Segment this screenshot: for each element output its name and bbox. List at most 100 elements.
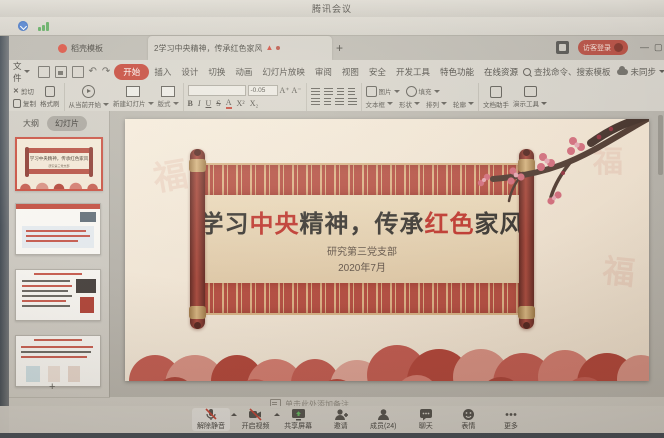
window-badge-icon[interactable] — [556, 41, 569, 54]
doc-assistant-button[interactable]: 文档助手 — [483, 86, 509, 109]
indent-decrease-icon[interactable] — [337, 88, 344, 96]
tab-home[interactable]: 开始 — [114, 64, 149, 80]
new-tab-button[interactable]: + — [336, 36, 343, 60]
font-size-input[interactable]: -0.05 — [248, 85, 278, 96]
new-slide-button[interactable]: 新建幻灯片 — [113, 86, 154, 108]
indent-increase-icon[interactable] — [348, 88, 355, 96]
bullet-list-icon[interactable] — [311, 88, 320, 96]
caret-up-icon[interactable] — [231, 413, 237, 416]
members-icon — [377, 408, 390, 421]
chevron-down-icon — [103, 103, 109, 106]
slide-thumbnail-2[interactable] — [15, 203, 101, 255]
assistant-icon — [490, 86, 502, 98]
avatar-icon — [614, 43, 623, 52]
save-icon[interactable] — [55, 66, 67, 78]
slide-subtitle-1[interactable]: 研究第三党支部 — [327, 243, 397, 258]
canvas-scrollbar[interactable] — [658, 115, 663, 175]
tab-animation[interactable]: 动画 — [230, 64, 257, 80]
outline-tab[interactable]: 大纲 — [23, 118, 39, 129]
shapes-button[interactable]: 形状 — [399, 99, 420, 109]
chevron-down-icon — [659, 70, 664, 73]
picture-icon — [366, 86, 377, 97]
tab-docer-templates[interactable]: 稻壳模板 — [58, 36, 103, 60]
slide-thumbnail-3[interactable] — [15, 269, 101, 321]
arrange-button[interactable]: 排列 — [426, 99, 447, 109]
number-list-icon[interactable] — [324, 88, 333, 96]
line-spacing-icon[interactable] — [348, 98, 357, 106]
screen-photo: 腾讯会议 稻壳模板 2学习中央精神，传承红色家风 ▲ + 访客登录 — ▢ 文件 — [0, 0, 664, 438]
layout-button[interactable]: 版式 — [158, 86, 179, 108]
new-file-icon[interactable] — [38, 66, 50, 78]
members-button[interactable]: 成员(24) — [366, 408, 400, 431]
tab-devtools[interactable]: 开发工具 — [391, 64, 435, 80]
menu-row: 文件 ↶ ↷ 开始 插入 设计 切换 动画 幻灯片放映 审阅 视图 安全 开发工… — [9, 60, 664, 83]
tab-transition[interactable]: 切换 — [203, 64, 230, 80]
decrease-font-icon[interactable]: A⁻ — [292, 86, 302, 95]
command-search[interactable]: 查找命令、搜索模板 — [523, 66, 611, 78]
print-icon[interactable] — [72, 66, 84, 78]
caret-up-icon[interactable] — [274, 413, 280, 416]
tab-security[interactable]: 安全 — [364, 64, 391, 80]
tab-document[interactable]: 2学习中央精神，传承红色家风 ▲ — [148, 36, 332, 60]
italic-button[interactable]: I — [198, 99, 201, 108]
text-box-button[interactable]: 文本框 — [366, 99, 394, 109]
present-tools-button[interactable]: 演示工具 — [513, 86, 547, 108]
taskbar-strip — [0, 433, 664, 438]
network-signal-icon[interactable] — [38, 22, 52, 31]
tab-docer-label: 稻壳模板 — [71, 43, 103, 54]
add-slide-button[interactable]: + — [49, 381, 55, 393]
chat-icon — [419, 408, 433, 421]
tab-slideshow[interactable]: 幻灯片放映 — [257, 64, 310, 80]
bold-button[interactable]: B — [188, 99, 193, 108]
font-name-input[interactable] — [188, 85, 246, 96]
increase-font-icon[interactable]: A⁺ — [280, 86, 290, 95]
guest-login-button[interactable]: 访客登录 — [578, 40, 628, 55]
share-screen-button[interactable]: 共享屏幕 — [281, 408, 315, 431]
more-button[interactable]: 更多 — [494, 408, 528, 431]
window-edge — [0, 36, 9, 438]
sync-status-button[interactable]: 未同步 — [617, 66, 664, 78]
align-center-icon[interactable] — [324, 98, 331, 106]
tab-document-label: 2学习中央精神，传承红色家风 — [154, 43, 262, 54]
font-color-button[interactable]: A — [226, 98, 232, 109]
chevron-down-icon — [24, 70, 30, 73]
camera-off-icon — [248, 408, 263, 421]
slide-thumbnail-4[interactable] — [15, 335, 101, 387]
maximize-button[interactable]: ▢ — [654, 43, 663, 52]
emoji-button[interactable]: 表情 — [451, 408, 485, 431]
strikethrough-button[interactable]: S — [216, 99, 220, 108]
format-painter-button[interactable]: 格式刷 — [40, 86, 60, 108]
superscript-button[interactable]: X² — [237, 99, 245, 108]
tab-features[interactable]: 特色功能 — [435, 64, 479, 80]
tab-online-resources[interactable]: 在线资源 — [479, 64, 523, 80]
invite-button[interactable]: 邀请 — [324, 408, 358, 431]
slides-tab[interactable]: 幻灯片 — [47, 116, 87, 131]
picture-button[interactable]: 图片 — [366, 86, 400, 97]
redo-icon[interactable]: ↷ — [102, 67, 110, 77]
tab-design[interactable]: 设计 — [176, 64, 203, 80]
subscript-button[interactable]: X₂ — [250, 99, 259, 108]
wps-tabbar: 稻壳模板 2学习中央精神，传承红色家风 ▲ + 访客登录 — ▢ — [0, 36, 664, 61]
meeting-shield-icon[interactable] — [18, 21, 28, 31]
file-menu-button[interactable]: 文件 — [13, 60, 30, 84]
minimize-button[interactable]: — — [640, 43, 649, 52]
chat-button[interactable]: 聊天 — [409, 408, 443, 431]
fill-button[interactable]: 填充 — [406, 86, 440, 97]
align-right-icon[interactable] — [335, 98, 344, 106]
slide-subtitle-2[interactable]: 2020年7月 — [338, 259, 386, 274]
play-from-current-button[interactable]: 从当前开始 — [69, 85, 110, 109]
quick-access-toolbar: ↶ ↷ — [38, 66, 111, 78]
outline-button[interactable]: 轮廓 — [453, 99, 474, 109]
unmute-button[interactable]: 解除静音 — [192, 408, 230, 431]
start-video-button[interactable]: 开启视频 — [239, 408, 273, 431]
copy-button[interactable]: 复制 — [13, 98, 36, 108]
tab-insert[interactable]: 插入 — [149, 64, 176, 80]
slide-editor[interactable]: 福 福 福 福 学习中央精神，传承红色家风 研究第三党支部 2020年7月 — [125, 119, 649, 381]
tab-review[interactable]: 审阅 — [310, 64, 337, 80]
underline-button[interactable]: U — [206, 99, 212, 108]
undo-icon[interactable]: ↶ — [89, 67, 97, 77]
cut-button[interactable]: ✕剪切 — [13, 86, 36, 96]
align-left-icon[interactable] — [311, 98, 320, 106]
slide-thumbnail-1-selected[interactable]: 学习中央精神，传承红色家风 研究第三党支部 — [15, 137, 103, 191]
tab-view[interactable]: 视图 — [337, 64, 364, 80]
